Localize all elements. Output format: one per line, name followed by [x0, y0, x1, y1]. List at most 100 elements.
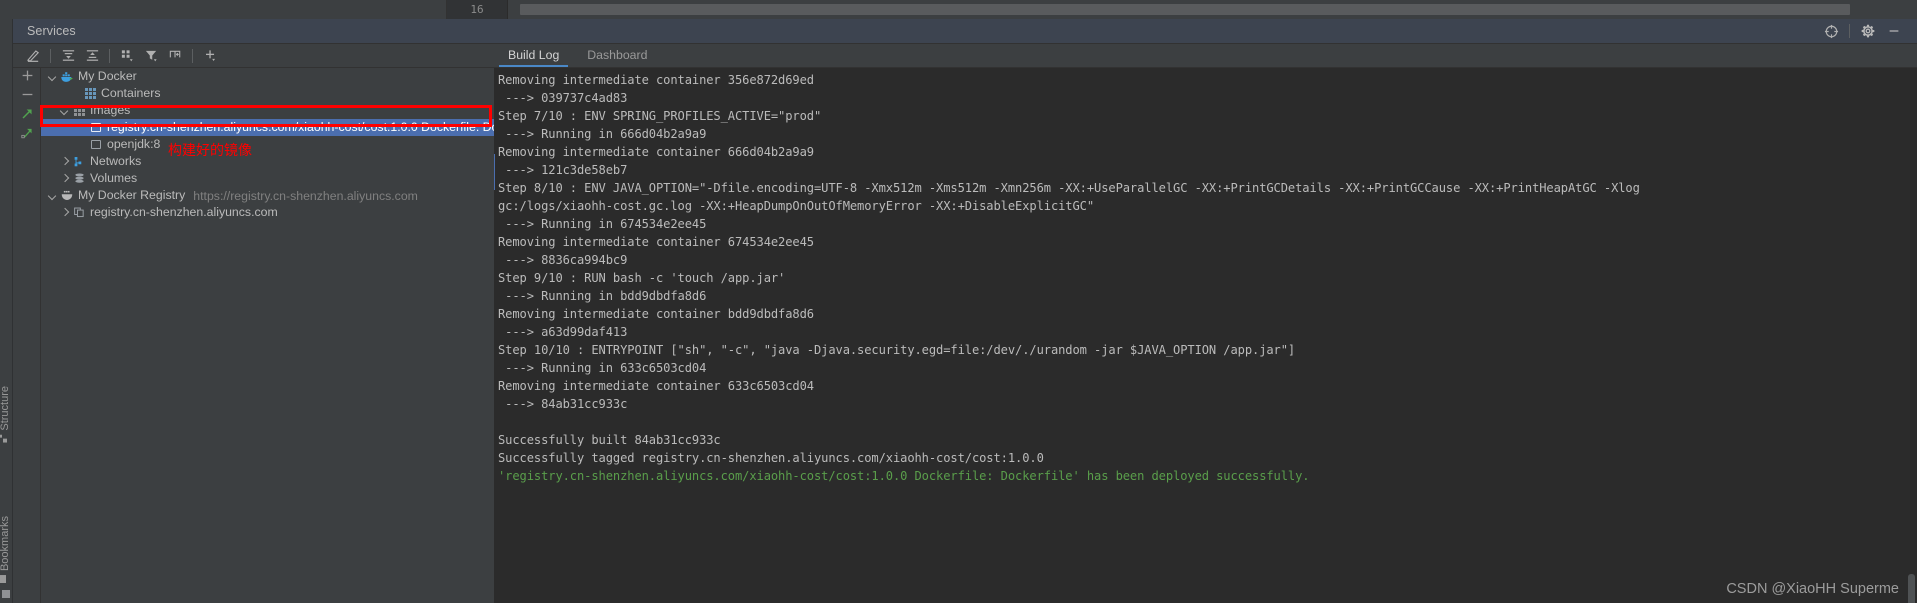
- chevron-down-icon[interactable]: [47, 190, 58, 201]
- tool-window-stripe-left: Structure Bookmarks: [0, 19, 13, 603]
- settings-target-icon[interactable]: [1818, 19, 1844, 44]
- bookmark-icon: [0, 575, 9, 583]
- chevron-right-icon[interactable]: [59, 156, 70, 167]
- services-toolbar: [13, 44, 494, 68]
- tree-node-label: registry.cn-shenzhen.aliyuncs.com/xiaohh…: [107, 120, 494, 134]
- header-separator: [1849, 24, 1850, 38]
- repository-icon: [72, 206, 86, 220]
- network-icon: [72, 155, 86, 169]
- tree-node-volumes[interactable]: Volumes: [41, 170, 494, 187]
- services-title: Services: [27, 24, 76, 38]
- log-tabs: Build Log Dashboard: [494, 44, 1917, 68]
- log-line: Removing intermediate container 674534e2…: [498, 235, 814, 249]
- volume-icon: [72, 172, 86, 186]
- editor-line-number: 16: [447, 0, 507, 19]
- add-icon[interactable]: [198, 45, 222, 67]
- services-tree[interactable]: My Docker Containers Images registry.cn-…: [41, 68, 494, 603]
- toolbar-separator-2: [109, 48, 110, 63]
- log-line: Successfully tagged registry.cn-shenzhen…: [498, 451, 1044, 465]
- deploy-arrow-icon[interactable]: [18, 123, 36, 141]
- run-arrow-icon[interactable]: [18, 104, 36, 122]
- chevron-down-icon[interactable]: [59, 105, 70, 116]
- tree-node-registry-host[interactable]: registry.cn-shenzhen.aliyuncs.com: [41, 204, 494, 221]
- editor-top-strip: 16: [0, 0, 1917, 19]
- chevron-down-icon[interactable]: [47, 71, 58, 82]
- log-line: ---> 84ab31cc933c: [498, 397, 628, 411]
- top-strip-right-pad: [1897, 0, 1917, 19]
- filter-icon[interactable]: [139, 45, 163, 67]
- tree-node-label: Volumes: [90, 171, 138, 185]
- tab-dashboard[interactable]: Dashboard: [573, 43, 661, 67]
- grid-dots-grey-icon: [72, 104, 86, 118]
- expand-all-icon[interactable]: [56, 45, 80, 67]
- chevron-right-icon[interactable]: [59, 207, 70, 218]
- log-line: Removing intermediate container bdd9dbdf…: [498, 307, 814, 321]
- collapse-all-icon[interactable]: [80, 45, 104, 67]
- log-line: ---> 121c3de58eb7: [498, 163, 628, 177]
- build-log-output[interactable]: Removing intermediate container 356e872d…: [494, 68, 1917, 603]
- watermark-text: CSDN @XiaoHH Superme: [1726, 581, 1899, 597]
- log-line: Step 7/10 : ENV SPRING_PROFILES_ACTIVE="…: [498, 109, 822, 123]
- twisty-placeholder: [70, 88, 81, 99]
- log-line: Step 10/10 : ENTRYPOINT ["sh", "-c", "ja…: [498, 343, 1296, 357]
- stripe-bottom-marker: [2, 590, 10, 598]
- tree-node-my-docker-registry[interactable]: My Docker Registry https://registry.cn-s…: [41, 187, 494, 204]
- registry-url: https://registry.cn-shenzhen.aliyuncs.co…: [193, 188, 418, 203]
- log-scrollbar-thumb[interactable]: [1908, 574, 1915, 603]
- group-by-icon[interactable]: [115, 45, 139, 67]
- image-rect-icon: [89, 138, 103, 152]
- header-actions: [1818, 19, 1917, 43]
- log-line: Removing intermediate container 666d04b2…: [498, 145, 814, 159]
- log-line: gc:/logs/xiaohh-cost.gc.log -XX:+HeapDum…: [498, 199, 1095, 213]
- log-line: 'registry.cn-shenzhen.aliyuncs.com/xiaoh…: [498, 469, 1310, 483]
- image-rect-icon: [89, 121, 103, 135]
- grid-dots-icon: [83, 87, 97, 101]
- stripe-button-bookmarks[interactable]: Bookmarks: [0, 516, 11, 583]
- add-icon[interactable]: [18, 66, 36, 84]
- tree-node-label: Containers: [101, 86, 161, 100]
- log-line: Successfully built 84ab31cc933c: [498, 433, 721, 447]
- chevron-right-icon[interactable]: [59, 173, 70, 184]
- gear-icon[interactable]: [1855, 19, 1881, 44]
- horizontal-scrollbar-thumb[interactable]: [520, 4, 1850, 15]
- tab-build-log[interactable]: Build Log: [494, 43, 573, 67]
- toolbar-separator-3: [192, 48, 193, 63]
- annotation-built-image-note: 构建好的镜像: [168, 143, 252, 159]
- services-tool-window: 16 Structure Bookmarks Services My Docke…: [0, 0, 1917, 603]
- log-line: ---> 039737c4ad83: [498, 91, 628, 105]
- log-line: ---> 8836ca994bc9: [498, 253, 628, 267]
- tree-node-images[interactable]: Images: [41, 102, 494, 119]
- tree-node-label: My Docker: [78, 69, 137, 83]
- stripe-structure-label: Structure: [0, 386, 11, 431]
- services-header: Services: [13, 19, 1917, 44]
- remove-icon[interactable]: [18, 85, 36, 103]
- tree-node-containers[interactable]: Containers: [41, 85, 494, 102]
- tree-node-label: Networks: [90, 154, 142, 168]
- stripe-button-structure[interactable]: Structure: [0, 386, 11, 443]
- structure-icon: [0, 435, 9, 443]
- toolbar-separator-1: [50, 48, 51, 63]
- log-line: Step 9/10 : RUN bash -c 'touch /app.jar': [498, 271, 786, 285]
- log-line: ---> Running in bdd9dbdfa8d6: [498, 289, 707, 303]
- tree-node-label: openjdk:8: [107, 137, 161, 151]
- log-line: ---> Running in 674534e2ee45: [498, 217, 707, 231]
- log-gutter-marker: [494, 154, 495, 190]
- services-gutter-column: [13, 68, 41, 603]
- tree-node-label: My Docker Registry: [78, 188, 186, 202]
- stripe-bookmarks-label: Bookmarks: [0, 515, 11, 571]
- horizontal-scrollbar-track[interactable]: [507, 0, 1897, 19]
- log-line: Step 8/10 : ENV JAVA_OPTION="-Dfile.enco…: [498, 181, 1640, 195]
- edit-configuration-icon[interactable]: [21, 45, 45, 67]
- tree-node-image-openjdk8[interactable]: openjdk:8: [41, 136, 494, 153]
- tree-node-label: Images: [90, 103, 131, 117]
- minimize-icon[interactable]: [1881, 19, 1907, 44]
- log-line: Removing intermediate container 356e872d…: [498, 73, 814, 87]
- show-toolwindow-icon[interactable]: [163, 45, 187, 67]
- log-line: ---> Running in 666d04b2a9a9: [498, 127, 707, 141]
- log-vertical-scrollbar[interactable]: [1907, 68, 1916, 603]
- tree-node-image-cost[interactable]: registry.cn-shenzhen.aliyuncs.com/xiaohh…: [41, 119, 494, 136]
- tree-node-networks[interactable]: Networks: [41, 153, 494, 170]
- tree-node-my-docker[interactable]: My Docker: [41, 68, 494, 85]
- docker-whale-icon: [60, 70, 74, 84]
